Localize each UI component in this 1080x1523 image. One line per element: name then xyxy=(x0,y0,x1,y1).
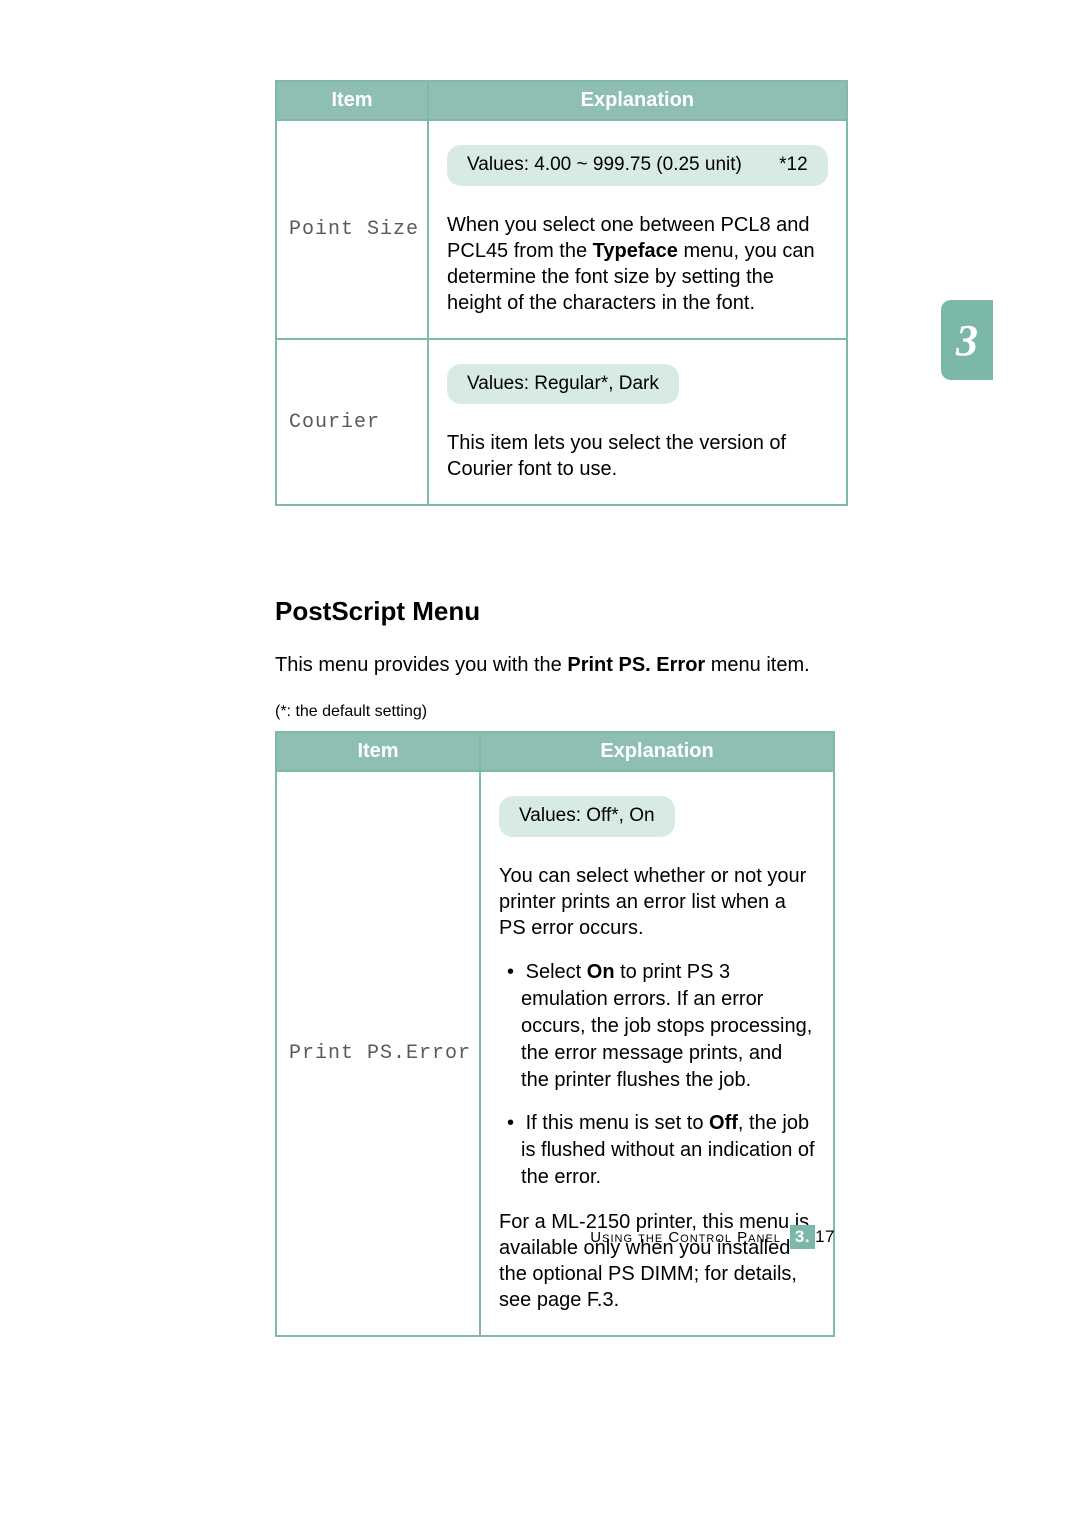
b1-pre: Select xyxy=(526,961,587,983)
table-row: Courier Values: Regular*, Dark This item… xyxy=(276,339,847,506)
item-courier: Courier xyxy=(276,339,428,506)
bullet-list: Select On to print PS 3 emulation errors… xyxy=(499,959,815,1191)
exp-text: When you select one between PCL8 and PCL… xyxy=(447,212,828,316)
exp-print-ps-error: Values: Off*, On You can select whether … xyxy=(480,771,834,1336)
b2-pre: If this menu is set to xyxy=(526,1112,709,1134)
chapter-side-tab: 3 xyxy=(941,300,993,380)
header-explanation: Explanation xyxy=(480,732,834,771)
default-setting-footnote: (*: the default setting) xyxy=(275,703,835,721)
intro-pre: This menu provides you with the xyxy=(275,654,567,676)
values-text: Values: 4.00 ~ 999.75 (0.25 unit) xyxy=(467,154,742,175)
exp-point-size: Values: 4.00 ~ 999.75 (0.25 unit) *12 Wh… xyxy=(428,120,847,339)
exp-courier: Values: Regular*, Dark This item lets yo… xyxy=(428,339,847,506)
b2-bold: Off xyxy=(709,1112,738,1134)
footer-page-number: 17 xyxy=(815,1227,835,1246)
postscript-menu-intro: This menu provides you with the Print PS… xyxy=(275,651,835,679)
list-item: Select On to print PS 3 emulation errors… xyxy=(499,959,815,1094)
table-row: Print PS.Error Values: Off*, On You can … xyxy=(276,771,834,1336)
footer-dot: . xyxy=(805,1227,810,1246)
header-explanation: Explanation xyxy=(428,81,847,120)
item-point-size: Point Size xyxy=(276,120,428,339)
page-footer: Using the Control Panel 3.17 xyxy=(0,1225,1080,1249)
exp-text: This item lets you select the version of… xyxy=(447,430,828,482)
postscript-menu-heading: PostScript Menu xyxy=(275,596,835,627)
footer-chapter: 3 xyxy=(795,1227,805,1246)
table-header-row: Item Explanation xyxy=(276,81,847,120)
text-bold: Typeface xyxy=(593,240,678,262)
values-default: *12 xyxy=(779,153,808,178)
exp-desc1: You can select whether or not your print… xyxy=(499,863,815,941)
table-row: Point Size Values: 4.00 ~ 999.75 (0.25 u… xyxy=(276,120,847,339)
b1-bold: On xyxy=(587,961,615,983)
list-item: If this menu is set to Off, the job is f… xyxy=(499,1110,815,1191)
values-text: Values: Regular*, Dark xyxy=(467,373,659,394)
values-pill: Values: Regular*, Dark xyxy=(447,364,679,405)
values-pill: Values: 4.00 ~ 999.75 (0.25 unit) *12 xyxy=(447,145,828,186)
footer-section-label: Using the Control Panel xyxy=(590,1229,781,1246)
pcl-menu-table: Item Explanation Point Size Values: 4.00… xyxy=(275,80,848,506)
header-item: Item xyxy=(276,732,480,771)
header-item: Item xyxy=(276,81,428,120)
footer-chapter-badge: 3. xyxy=(790,1225,815,1249)
values-pill: Values: Off*, On xyxy=(499,796,675,837)
item-print-ps-error: Print PS.Error xyxy=(276,771,480,1336)
intro-post: menu item. xyxy=(705,654,809,676)
table-header-row: Item Explanation xyxy=(276,732,834,771)
page-content: Item Explanation Point Size Values: 4.00… xyxy=(275,80,835,1377)
intro-bold: Print PS. Error xyxy=(567,654,705,676)
values-text: Values: Off*, On xyxy=(519,805,655,826)
